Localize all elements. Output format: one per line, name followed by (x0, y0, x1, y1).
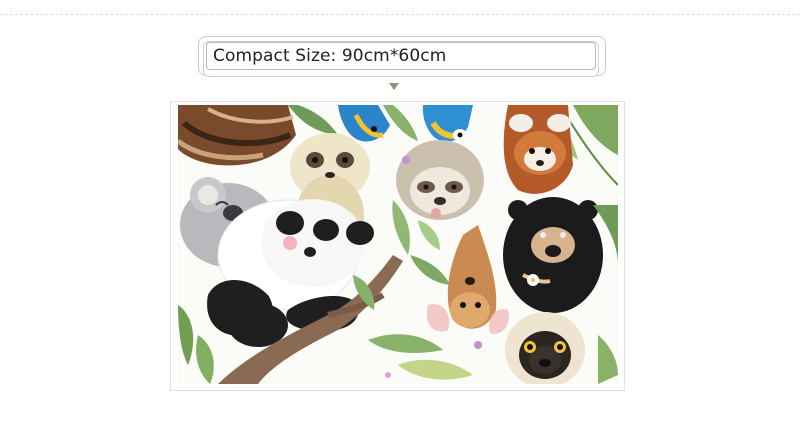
sloth (396, 140, 484, 220)
pointer-down-icon (389, 83, 399, 90)
product-page: Compact Size: 90cm*60cm (0, 0, 800, 425)
top-divider (0, 14, 800, 15)
sun-bear (503, 197, 603, 313)
size-label-text: Compact Size: 90cm*60cm (213, 46, 447, 66)
size-label-box: Compact Size: 90cm*60cm (206, 42, 596, 70)
wall-sticker-jungle-animals-image (178, 105, 618, 384)
red-panda (503, 105, 573, 194)
